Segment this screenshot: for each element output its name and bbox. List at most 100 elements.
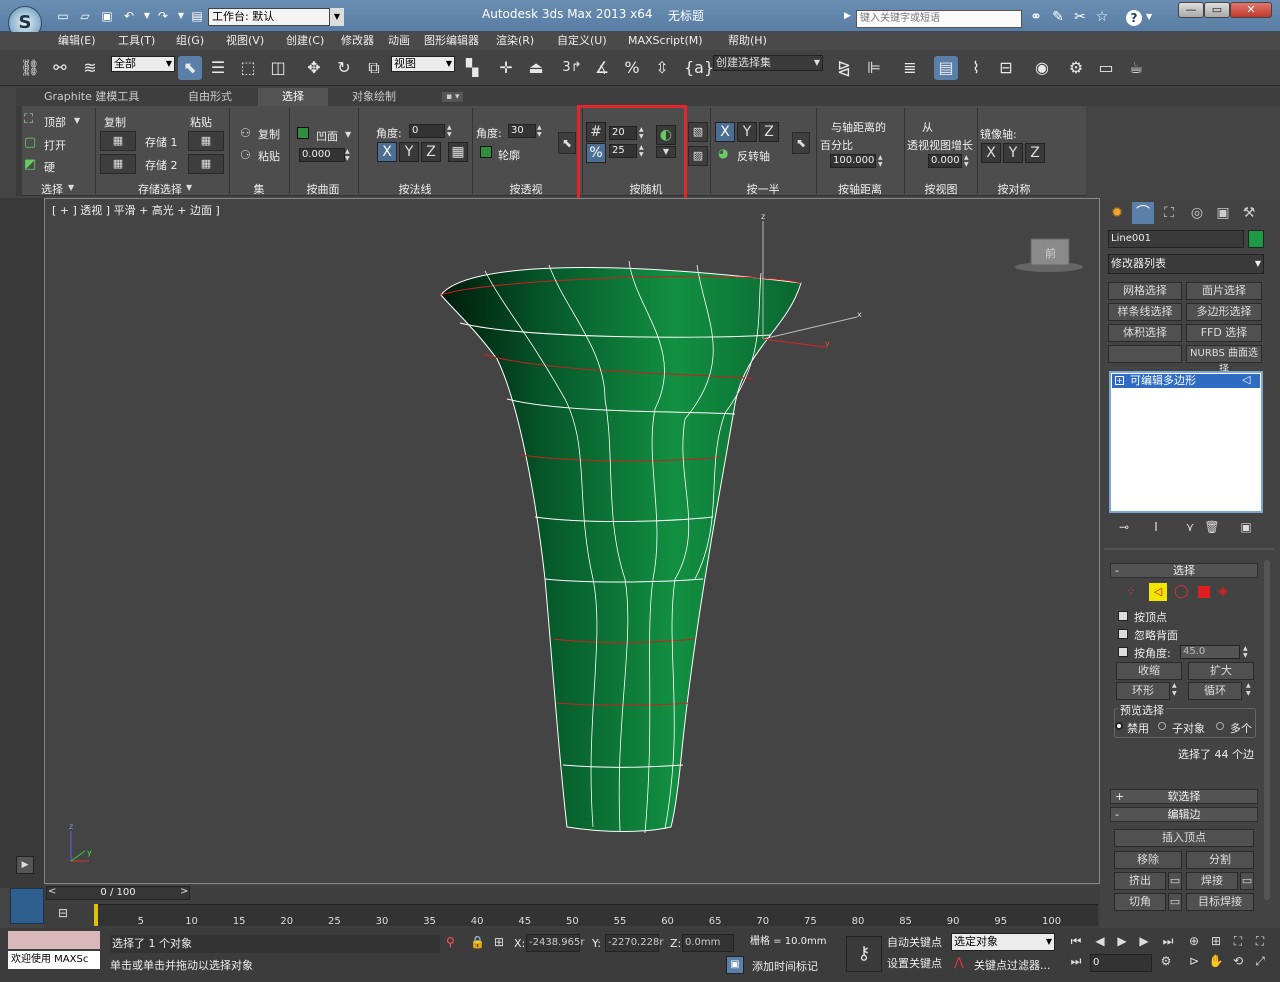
persp-angle-arrows-icon[interactable]: ▲ ▼ <box>537 124 542 138</box>
edit-edges-rollout-header[interactable]: - 编辑边 <box>1110 807 1258 822</box>
shrink-button[interactable]: 收缩 <box>1116 662 1182 680</box>
select-by-name-icon[interactable]: ☰ <box>206 56 230 80</box>
key-mode-icon[interactable]: ⚷ <box>846 936 882 972</box>
time-slider[interactable]: 0 / 100 <box>46 886 190 900</box>
y-coordinate-field[interactable]: -2270.228r <box>605 934 663 952</box>
weld-button[interactable]: 焊接 <box>1186 872 1238 890</box>
keyboard-shortcut-toggle-icon[interactable]: ⏏ <box>524 56 548 80</box>
sym-z-axis-button[interactable]: Z <box>1025 143 1045 163</box>
new-file-icon[interactable]: ▭ <box>54 8 72 24</box>
select-manipulate-icon[interactable]: ✛ <box>494 56 518 80</box>
multiple-radio[interactable] <box>1216 722 1224 730</box>
hierarchy-tab-icon[interactable]: ⛶ <box>1158 202 1180 224</box>
angle-value-spinner[interactable]: 45.0 <box>1180 645 1240 659</box>
scale-icon[interactable]: ⧉ <box>362 56 386 80</box>
zoom-all-icon[interactable]: ⊞ <box>1206 934 1226 948</box>
persp-angle-spinner[interactable]: 30 <box>508 124 536 138</box>
stack-edit-icon[interactable]: ◁ <box>1242 373 1250 386</box>
concave-button[interactable]: 凹面 <box>316 128 338 144</box>
snaps-toggle-icon[interactable]: 3↱ <box>560 56 584 80</box>
ignore-backface-checkbox[interactable] <box>1118 629 1128 639</box>
by-vertex-checkbox[interactable] <box>1118 611 1128 621</box>
weld-settings-icon[interactable]: ▭ <box>1240 872 1254 890</box>
open-button[interactable]: 打开 <box>44 137 66 153</box>
pivot-center-icon[interactable]: ▚ <box>460 56 484 80</box>
grow-button[interactable]: 扩大 <box>1188 662 1254 680</box>
chamfer-button[interactable]: 切角 <box>1114 893 1166 911</box>
graphite-toggle-icon[interactable]: ▤ <box>934 56 958 80</box>
top-vertex-icon[interactable]: ⛶ <box>24 112 33 127</box>
chamfer-settings-icon[interactable]: ▭ <box>1168 893 1182 911</box>
lock-selection-icon[interactable]: 🔒 <box>470 935 485 949</box>
angle-spinner-arrows-icon[interactable]: ▲ ▼ <box>1243 645 1248 659</box>
maximize-button[interactable]: ▭ <box>1204 2 1230 18</box>
tab-graphite-modeling[interactable]: Graphite 建模工具 <box>44 88 139 106</box>
reference-coordinate-dropdown[interactable]: 视图 <box>391 56 455 72</box>
orbit-icon[interactable]: ⟲ <box>1228 954 1248 968</box>
soft-selection-rollout-header[interactable]: + 软选择 <box>1110 789 1258 804</box>
layer-manager-icon[interactable]: ≣ <box>898 56 922 80</box>
polygon-mode-icon[interactable] <box>1198 586 1210 598</box>
ring-spinner-icon[interactable]: ▲ ▼ <box>1172 682 1177 698</box>
menu-rendering[interactable]: 渲染(R) <box>496 32 534 50</box>
sym-y-axis-button[interactable]: Y <box>1003 143 1023 163</box>
unlink-icon[interactable]: ⚯ <box>48 56 72 80</box>
key-filter-icon[interactable]: ⋀ <box>954 955 964 969</box>
edit-named-selection-icon[interactable]: {a} <box>684 56 714 80</box>
concave-dropdown-icon[interactable]: ▼ <box>345 130 351 139</box>
save-icon[interactable]: ▣ <box>98 8 116 24</box>
current-frame-field[interactable]: 0 <box>1090 954 1152 972</box>
nurbs-select-button[interactable]: NURBS 曲面选择 <box>1186 345 1262 375</box>
subscription-icon[interactable]: ✎ <box>1048 9 1068 25</box>
set-paste-button[interactable]: 粘贴 <box>258 148 280 164</box>
set-key-button[interactable]: 设置关键点 <box>887 955 942 971</box>
tab-freeform[interactable]: 自由形式 <box>188 88 232 106</box>
normal-y-axis-button[interactable]: Y <box>399 142 419 162</box>
key-mode-toggle-icon[interactable]: ⏭ <box>1066 954 1086 969</box>
close-button[interactable]: ✕ <box>1230 2 1272 18</box>
render-teapot-icon[interactable]: ☕ <box>1124 56 1148 80</box>
copy-store2-icon[interactable]: ▦ <box>100 154 136 174</box>
ffd-select-button[interactable]: FFD 选择 <box>1186 324 1262 342</box>
vertex-mode-icon[interactable]: ⁘ <box>1126 584 1136 598</box>
viewcube[interactable]: 前 <box>1015 238 1083 272</box>
ring-button[interactable]: 环形 <box>1116 682 1170 700</box>
normal-angle-spinner[interactable]: 0 <box>409 124 445 138</box>
add-time-tag-icon[interactable]: ▣ <box>726 956 744 974</box>
top-dropdown-icon[interactable]: ▼ <box>74 116 80 125</box>
poly-select-button[interactable]: 多边形选择 <box>1186 303 1262 321</box>
extrude-settings-icon[interactable]: ▭ <box>1168 872 1182 890</box>
outline-button[interactable]: 轮廓 <box>498 147 520 163</box>
surface-value-spinner[interactable]: 0.000 <box>299 148 345 162</box>
outline-icon[interactable] <box>480 146 492 158</box>
mirror-icon[interactable]: ⧎ <box>832 56 856 80</box>
menu-group[interactable]: 组(G) <box>176 32 204 50</box>
spline-select-button[interactable]: 样条线选择 <box>1108 303 1182 321</box>
absolute-mode-icon[interactable]: ⊞ <box>494 935 504 949</box>
selection-rollout-header[interactable]: - 选择 <box>1110 563 1258 578</box>
viewport-layout-icon[interactable]: ▶ <box>16 856 34 874</box>
pivot-arrows-icon[interactable]: ▲ ▼ <box>878 154 883 168</box>
menu-modifiers[interactable]: 修改器 <box>341 32 374 50</box>
display-tab-icon[interactable]: ▣ <box>1212 202 1234 224</box>
top-button[interactable]: 顶部 <box>44 114 66 130</box>
remove-modifier-icon[interactable]: 🗑 <box>1202 520 1222 534</box>
zoom-extents-all-icon[interactable]: ⛶ <box>1250 934 1270 949</box>
time-config-icon[interactable]: ⚙ <box>1156 954 1176 968</box>
set-copy-icon[interactable]: ⚇ <box>240 126 251 140</box>
panel-scrollbar[interactable] <box>1264 560 1270 900</box>
material-editor-icon[interactable]: ◉ <box>1030 56 1054 80</box>
loop-spinner-icon[interactable]: ▲ ▼ <box>1246 682 1251 698</box>
help-button[interactable]: ? <box>1126 10 1142 26</box>
normal-z-axis-button[interactable]: Z <box>421 142 441 162</box>
empty-modifier-button[interactable] <box>1108 345 1182 363</box>
volume-select-button[interactable]: 体积选择 <box>1108 324 1182 342</box>
concave-icon[interactable] <box>297 127 309 139</box>
paste-store1-icon[interactable]: ▦ <box>188 131 224 151</box>
project-folder-icon[interactable]: ▤ <box>188 8 206 24</box>
play-icon[interactable]: ▶ <box>1112 934 1132 948</box>
prev-frame-icon[interactable]: ◀ <box>1090 934 1110 948</box>
stack-item-editable-poly[interactable]: 可编辑多边形 <box>1112 374 1260 388</box>
border-mode-icon[interactable]: ◯ <box>1174 584 1189 599</box>
align-icon[interactable]: ⊫ <box>862 56 886 80</box>
